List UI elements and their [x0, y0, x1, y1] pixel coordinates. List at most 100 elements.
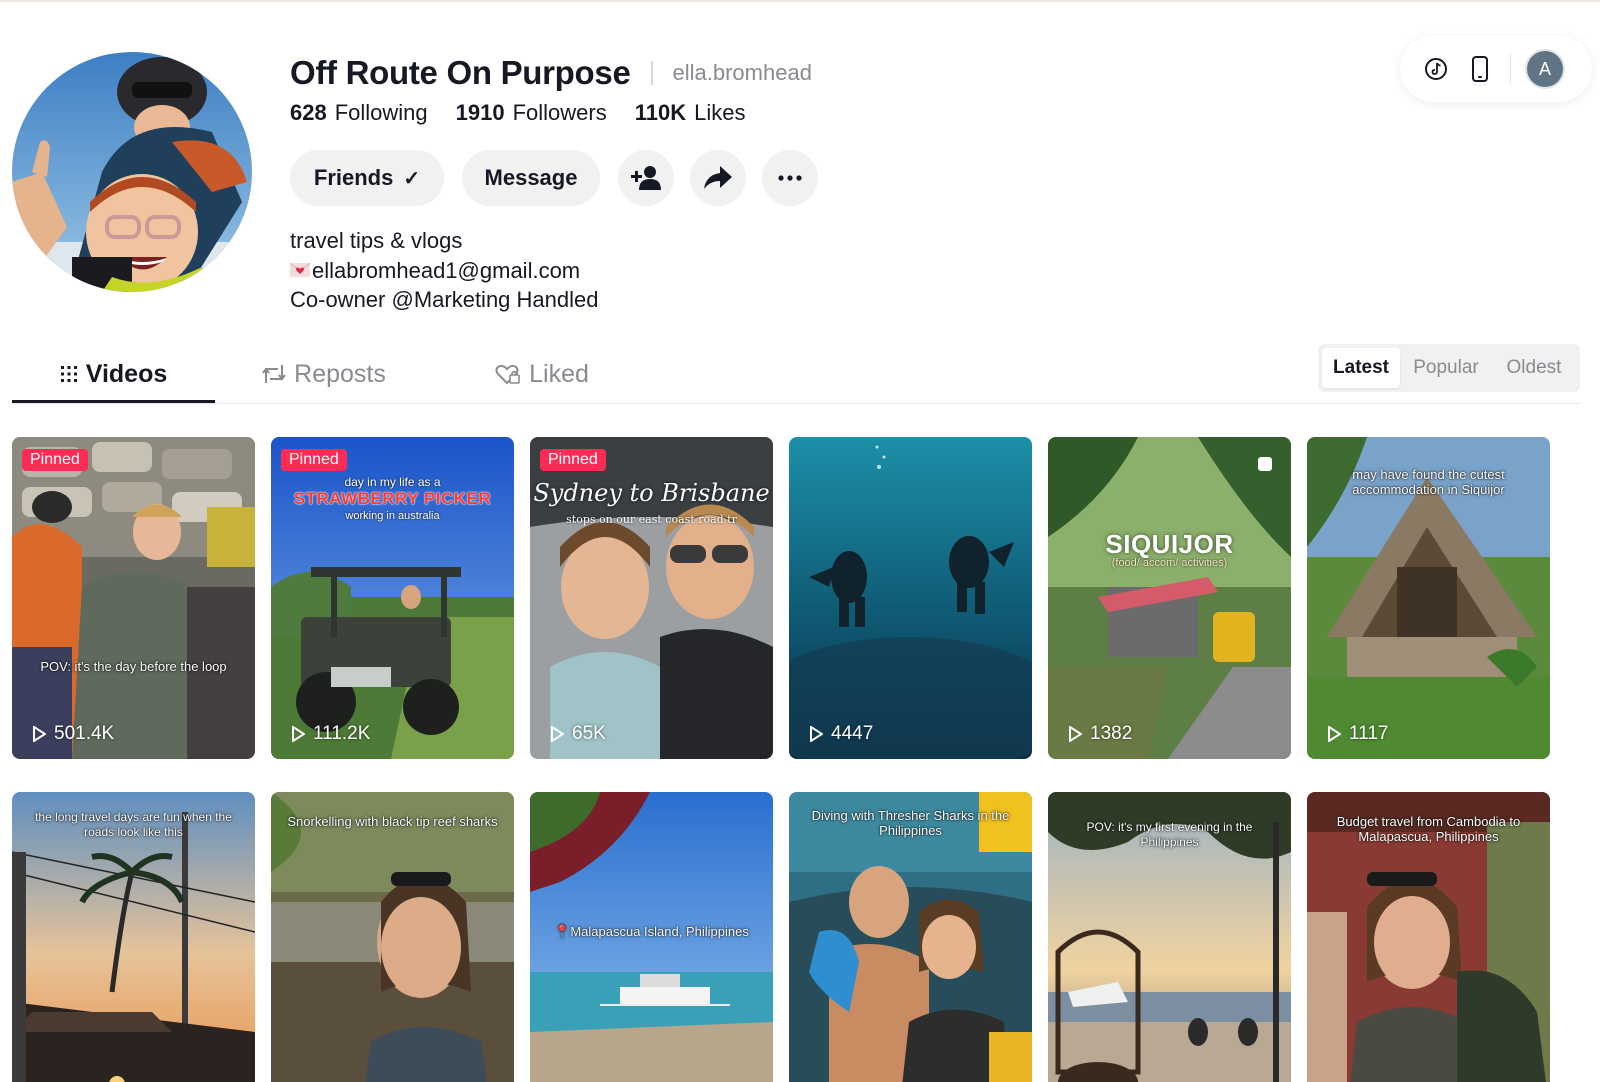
view-count-value: 501.4K [54, 723, 115, 744]
likes-label: Likes [694, 100, 746, 125]
tab-videos[interactable]: Videos [12, 346, 215, 402]
video-title-overlay: STRAWBERRY PICKER [293, 489, 492, 508]
profile-stats: 628 Following 1910 Followers 110K Likes [290, 100, 774, 132]
name-separator [650, 61, 653, 85]
play-icon [1068, 726, 1082, 742]
view-count-value: 65K [572, 723, 606, 744]
heart-lock-icon [495, 363, 521, 385]
followers-stat[interactable]: 1910 Followers [456, 100, 607, 126]
view-count-value: 1117 [1349, 723, 1389, 744]
view-count-value: 4447 [831, 723, 874, 744]
video-card[interactable]: Pinned day in my life as a STRAWBERRY PI… [271, 437, 514, 759]
video-caption: Snorkelling with black tip reef sharks [287, 814, 498, 829]
toolbar-divider [1510, 54, 1511, 84]
video-card[interactable]: the long travel days are fun when the ro… [12, 792, 255, 1082]
likes-stat: 110K Likes [635, 100, 746, 126]
following-stat[interactable]: 628 Following [290, 100, 428, 126]
video-card[interactable]: Pinned Sydney to Brisbane stops on our e… [530, 437, 773, 759]
top-right-toolbar: A [1400, 36, 1592, 102]
repost-icon [262, 363, 286, 385]
message-button-label: Message [484, 165, 578, 190]
video-card[interactable]: may have found the cutest accommodation … [1307, 437, 1550, 759]
tab-liked[interactable]: Liked [472, 346, 612, 402]
top-divider [0, 0, 1600, 2]
friends-button[interactable]: Friends ✓ [290, 150, 444, 206]
video-card[interactable]: POV: it's my first evening in the Philip… [1048, 792, 1291, 1082]
tab-reposts-label: Reposts [294, 359, 386, 388]
video-thumbnail [1048, 437, 1291, 759]
video-caption-text: Malapascua Island, Philippines [570, 924, 749, 939]
user-plus-icon [631, 166, 661, 190]
video-thumbnail [271, 792, 514, 1082]
video-caption: may have found the cutest accommodation … [1352, 467, 1505, 497]
tab-reposts[interactable]: Reposts [244, 346, 404, 402]
following-label: Following [334, 100, 428, 125]
video-title-overlay: SIQUIJOR [1105, 529, 1234, 559]
sort-popular[interactable]: Popular [1400, 348, 1492, 388]
bio-line-2: ellabromhead1@gmail.com [290, 256, 598, 286]
pinned-badge: Pinned [540, 449, 606, 471]
video-card[interactable]: Budget travel from Cambodia to Malapascu… [1307, 792, 1550, 1082]
video-card[interactable]: Pinned POV: it's the day before the loop… [12, 437, 255, 759]
account-avatar[interactable]: A [1527, 51, 1563, 87]
video-caption: the long travel days are fun when the ro… [35, 810, 232, 839]
video-caption-top: day in my life as a [344, 475, 441, 489]
phone-icon[interactable] [1466, 55, 1494, 83]
profile-avatar[interactable] [12, 52, 252, 292]
video-caption-sub: (food/ accom/ activities) [1111, 557, 1228, 569]
grid-icon [60, 364, 78, 384]
share-arrow-icon [704, 166, 732, 189]
sort-selector: Latest Popular Oldest [1318, 344, 1580, 392]
video-caption: 📍Malapascua Island, Philippines [540, 924, 763, 939]
video-caption-sub: working in australia [345, 510, 440, 522]
view-count: 4447 [809, 723, 873, 745]
video-caption-sub: stops on our east coast road tr [566, 513, 737, 526]
following-count: 628 [290, 100, 327, 125]
view-count: 111.2K [291, 723, 370, 745]
video-card[interactable]: 📍Malapascua Island, Philippines [530, 792, 773, 1082]
video-caption: Budget travel from Cambodia to Malapascu… [1336, 814, 1521, 844]
sort-oldest[interactable]: Oldest [1492, 348, 1576, 388]
location-pin-icon: 📍 [554, 924, 571, 939]
likes-count: 110K [634, 100, 687, 125]
video-card[interactable]: SIQUIJOR (food/ accom/ activities) 1382 [1048, 437, 1291, 759]
video-card[interactable]: Diving with Thresher Sharks in the Phili… [789, 792, 1032, 1082]
view-count: 1382 [1068, 723, 1132, 745]
love-letter-icon [290, 263, 310, 278]
more-options-button[interactable] [762, 150, 818, 206]
play-icon [1327, 726, 1341, 742]
video-title-overlay: Sydney to Brisbane [533, 479, 770, 507]
pinned-badge: Pinned [22, 449, 88, 471]
friends-button-label: Friends [313, 165, 394, 190]
play-icon [550, 726, 564, 742]
view-count-value: 111.2K [313, 723, 371, 744]
video-thumbnail [12, 437, 255, 759]
view-count: 501.4K [32, 723, 114, 745]
profile-handle: ella.bromhead [672, 60, 812, 85]
bio-email[interactable]: ellabromhead1@gmail.com [312, 256, 580, 286]
add-friend-button[interactable] [618, 150, 674, 206]
video-caption: Diving with Thresher Sharks in the Phili… [811, 808, 1010, 838]
share-button[interactable] [690, 150, 746, 206]
tab-videos-label: Videos [85, 359, 168, 388]
play-icon [291, 726, 305, 742]
play-icon [32, 726, 46, 742]
bio-line-3: Co-owner @Marketing Handled [290, 287, 599, 312]
followers-label: Followers [512, 100, 607, 125]
profile-bio: travel tips & vlogs ellabromhead1@gmail.… [290, 226, 598, 315]
view-count: 1117 [1327, 723, 1388, 745]
view-count-value: 1382 [1090, 723, 1133, 744]
video-card[interactable]: 4447 [789, 437, 1032, 759]
message-button[interactable]: Message [462, 150, 600, 206]
tiktok-icon[interactable] [1422, 55, 1450, 83]
active-tab-indicator [12, 400, 215, 403]
check-icon: ✓ [403, 167, 421, 190]
tab-liked-label: Liked [529, 359, 589, 388]
view-count: 65K [550, 723, 606, 745]
sort-latest[interactable]: Latest [1322, 348, 1400, 388]
pinned-badge: Pinned [281, 449, 347, 471]
video-card[interactable]: Snorkelling with black tip reef sharks [271, 792, 514, 1082]
followers-count: 1910 [455, 100, 505, 125]
video-caption: POV: it's the day before the loop [40, 659, 227, 674]
more-dots-icon [778, 175, 802, 181]
